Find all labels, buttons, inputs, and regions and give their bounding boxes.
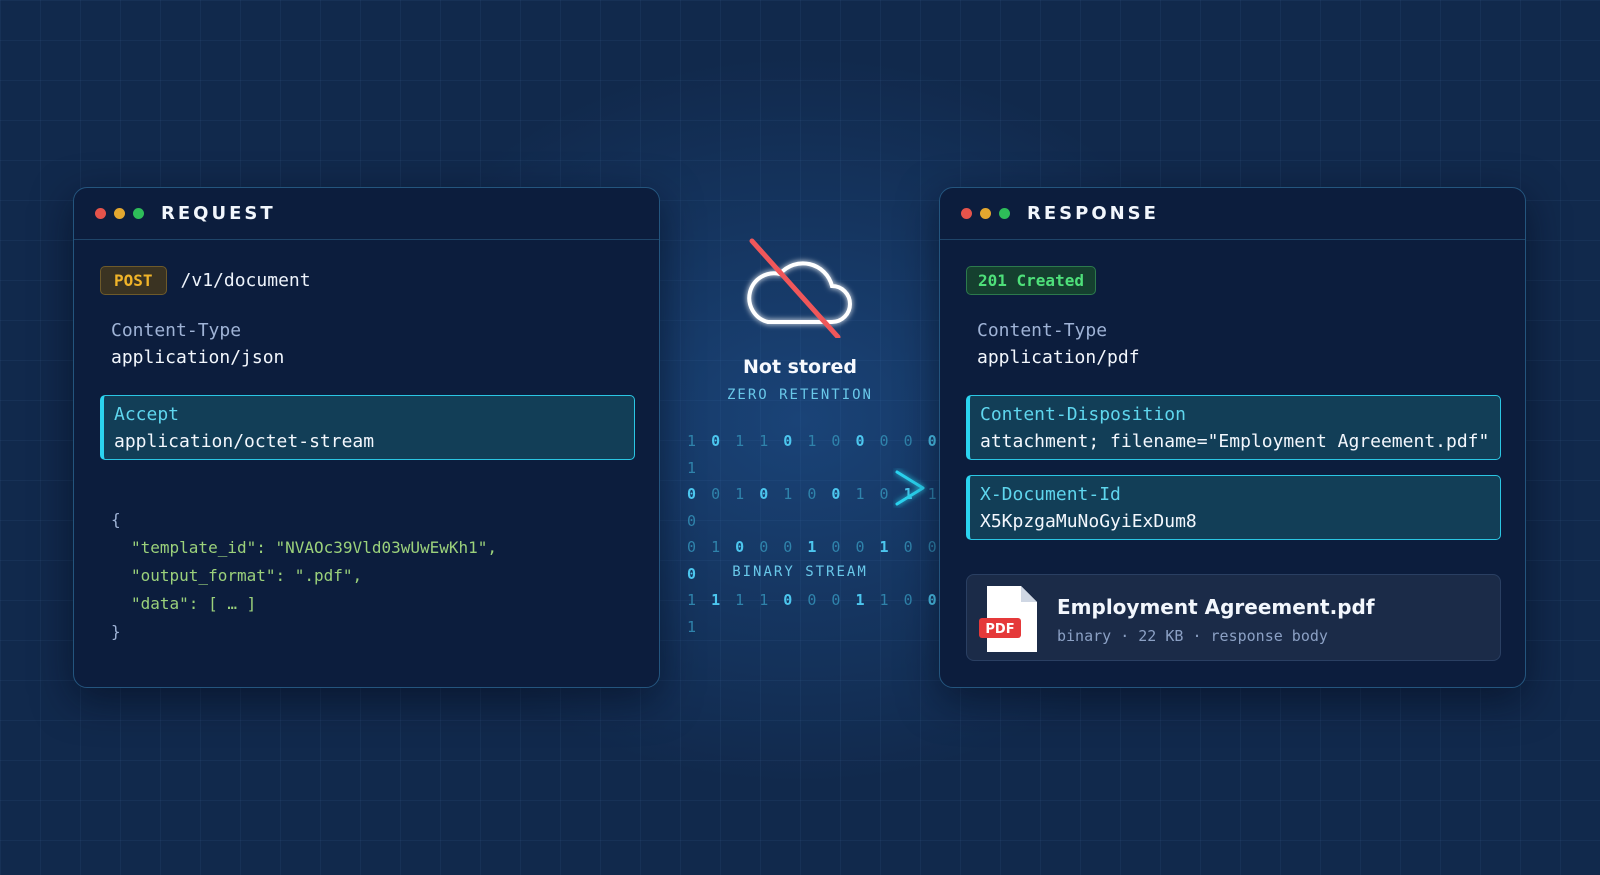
content-type-header: Content-Type application/json bbox=[111, 320, 284, 368]
binary-stream-label: BINARY STREAM bbox=[732, 564, 868, 580]
header-value: application/json bbox=[111, 347, 285, 368]
method-badge: POST bbox=[100, 266, 167, 295]
zero-retention-label: ZERO RETENTION bbox=[726, 387, 873, 403]
window-dot-red bbox=[95, 208, 106, 219]
transfer-indicator: Not stored ZERO RETENTION 1 0 1 1 0 1 0 … bbox=[660, 230, 940, 636]
pdf-file-icon: PDF bbox=[979, 586, 1037, 652]
header-value: application/octet-stream bbox=[114, 431, 375, 452]
header-value: application/pdf bbox=[977, 347, 1140, 368]
header-value: attachment; filename="Employment Agreeme… bbox=[980, 431, 1490, 452]
code-line: "template_id": "NVAOc39Vld03wUwEwKh1", bbox=[131, 538, 498, 557]
request-header: REQUEST bbox=[74, 188, 659, 240]
status-line: 201 Created bbox=[966, 266, 1096, 295]
header-name: Content-Disposition bbox=[980, 404, 1186, 425]
content-type-header: Content-Type application/pdf bbox=[977, 320, 1140, 368]
not-stored-label: Not stored bbox=[743, 356, 857, 378]
code-line: "data": [ … ] bbox=[131, 594, 257, 613]
response-title: RESPONSE bbox=[1027, 203, 1159, 224]
header-value: X5KpzgaMuNoGyiExDum8 bbox=[980, 511, 1197, 532]
request-line: POST /v1/document bbox=[100, 266, 311, 295]
window-dot-red bbox=[961, 208, 972, 219]
window-dot-yellow bbox=[980, 208, 991, 219]
header-name: X-Document-Id bbox=[980, 484, 1121, 505]
code-line: { bbox=[111, 510, 121, 529]
document-id-header: X-Document-Id X5KpzgaMuNoGyiExDum8 bbox=[966, 475, 1501, 540]
cloud-off-icon bbox=[747, 238, 852, 338]
status-badge: 201 Created bbox=[966, 266, 1096, 295]
file-card[interactable]: PDF Employment Agreement.pdf binary · 22… bbox=[966, 574, 1501, 661]
header-name: Content-Type bbox=[977, 320, 1108, 341]
file-name: Employment Agreement.pdf bbox=[1057, 595, 1375, 619]
response-header: RESPONSE bbox=[940, 188, 1525, 240]
chevron-right-icon bbox=[895, 470, 925, 506]
pdf-badge-text: PDF bbox=[985, 622, 1014, 637]
binary-stream: 1 0 1 1 0 1 0 0 0 0 0 1 0 0 1 0 1 0 0 1 … bbox=[687, 428, 940, 640]
request-panel: REQUEST POST /v1/document Content-Type a… bbox=[73, 187, 660, 688]
content-disposition-header: Content-Disposition attachment; filename… bbox=[966, 395, 1501, 460]
header-name: Accept bbox=[114, 404, 180, 425]
code-line: "output_format": ".pdf", bbox=[131, 566, 363, 585]
window-dot-yellow bbox=[114, 208, 125, 219]
header-name: Content-Type bbox=[111, 320, 242, 341]
request-title: REQUEST bbox=[161, 203, 276, 224]
window-dot-green bbox=[133, 208, 144, 219]
accept-header: Accept application/octet-stream bbox=[100, 395, 635, 460]
code-line: } bbox=[111, 622, 121, 641]
window-dot-green bbox=[999, 208, 1010, 219]
request-body: { "template_id": "NVAOc39Vld03wUwEwKh1",… bbox=[111, 506, 497, 646]
request-path: /v1/document bbox=[180, 270, 311, 291]
file-meta: binary · 22 KB · response body bbox=[1057, 627, 1328, 645]
binary-row: 1 1 1 1 0 0 0 1 1 0 0 1 bbox=[687, 591, 940, 636]
response-panel: RESPONSE 201 Created Content-Type applic… bbox=[939, 187, 1526, 688]
